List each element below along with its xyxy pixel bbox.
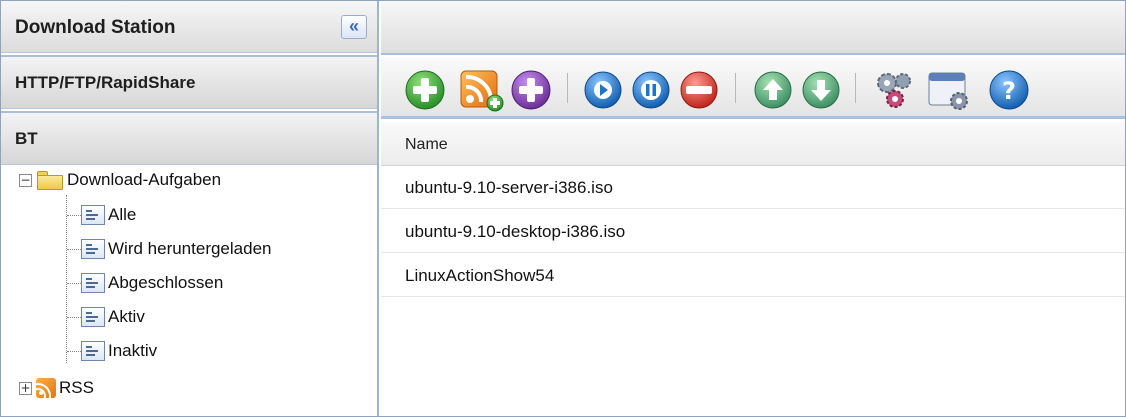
section-label: BT <box>15 129 38 148</box>
collapse-icon[interactable]: − <box>19 173 32 187</box>
tree-item-label: Inaktiv <box>108 341 158 360</box>
table-row[interactable]: ubuntu-9.10-server-i386.iso <box>381 166 1125 209</box>
tree-item-downloading[interactable]: Wird heruntergeladen <box>81 234 271 264</box>
stop-icon[interactable] <box>680 71 718 109</box>
main-header <box>381 1 1125 55</box>
tree-guide-line <box>67 283 81 284</box>
task-tree: − Download-Aufgaben Alle Wird herunterge… <box>1 165 377 415</box>
list-icon <box>81 341 105 361</box>
list-icon <box>81 273 105 293</box>
tree-item-label: Download-Aufgaben <box>67 170 222 189</box>
window-settings-icon[interactable] <box>928 72 968 110</box>
tree-item-label: Alle <box>108 205 137 224</box>
tree-guide-line <box>67 317 81 318</box>
tree-guide-line <box>67 215 81 216</box>
settings-gears-icon[interactable] <box>877 73 911 108</box>
svg-text:?: ? <box>1002 77 1016 105</box>
column-header-label: Name <box>405 136 448 153</box>
section-http-ftp-rapidshare[interactable]: HTTP/FTP/RapidShare <box>1 55 377 109</box>
table-row[interactable]: ubuntu-9.10-desktop-i386.iso <box>381 210 1125 253</box>
add-purple-icon[interactable] <box>511 70 551 110</box>
rss-add-icon[interactable] <box>460 70 504 112</box>
task-name: ubuntu-9.10-desktop-i386.iso <box>405 222 626 241</box>
tree-item-all[interactable]: Alle <box>81 200 136 230</box>
help-icon[interactable]: ? <box>989 70 1029 110</box>
list-icon <box>81 239 105 259</box>
rss-icon <box>36 378 56 398</box>
task-list: Name ubuntu-9.10-server-i386.iso ubuntu-… <box>381 122 1125 416</box>
tree-item-inactive[interactable]: Inaktiv <box>81 336 157 366</box>
tree-guide-line <box>67 351 81 352</box>
task-name: LinuxActionShow54 <box>405 266 555 285</box>
add-icon[interactable] <box>405 70 445 110</box>
list-icon <box>81 307 105 327</box>
down-icon[interactable] <box>802 71 840 109</box>
tree-item-download-tasks[interactable]: − Download-Aufgaben <box>19 165 221 195</box>
folder-icon <box>36 170 64 190</box>
section-bt[interactable]: BT <box>1 111 377 165</box>
column-header-name[interactable]: Name <box>381 122 1125 166</box>
up-icon[interactable] <box>754 71 792 109</box>
collapse-sidebar-button[interactable]: « <box>341 15 367 39</box>
pause-icon[interactable] <box>632 71 670 109</box>
tree-item-active[interactable]: Aktiv <box>81 302 145 332</box>
list-icon <box>81 205 105 225</box>
tree-item-label: Abgeschlossen <box>108 273 224 292</box>
tree-item-label: Aktiv <box>108 307 145 326</box>
sidebar: Download Station « HTTP/FTP/RapidShare B… <box>1 1 379 416</box>
tree-guide-line <box>67 249 81 250</box>
tree-item-label: RSS <box>59 378 94 397</box>
main-panel: ? Name ubuntu-9.10-server-i386.iso ubunt… <box>381 1 1125 416</box>
download-station-window: Download Station « HTTP/FTP/RapidShare B… <box>0 0 1126 417</box>
section-label: HTTP/FTP/RapidShare <box>15 73 196 92</box>
play-icon[interactable] <box>584 71 622 109</box>
tree-item-rss[interactable]: + RSS <box>19 373 94 403</box>
sidebar-header: Download Station « <box>1 1 377 53</box>
tree-item-completed[interactable]: Abgeschlossen <box>81 268 223 298</box>
table-row[interactable]: LinuxActionShow54 <box>381 254 1125 297</box>
expand-icon[interactable]: + <box>19 381 32 395</box>
toolbar-icons: ? <box>405 70 1029 112</box>
app-title: Download Station <box>15 17 176 38</box>
tree-item-label: Wird heruntergeladen <box>108 239 272 258</box>
task-name: ubuntu-9.10-server-i386.iso <box>405 178 613 197</box>
tree-guide-line <box>66 195 67 363</box>
toolbar: ? <box>381 57 1125 119</box>
